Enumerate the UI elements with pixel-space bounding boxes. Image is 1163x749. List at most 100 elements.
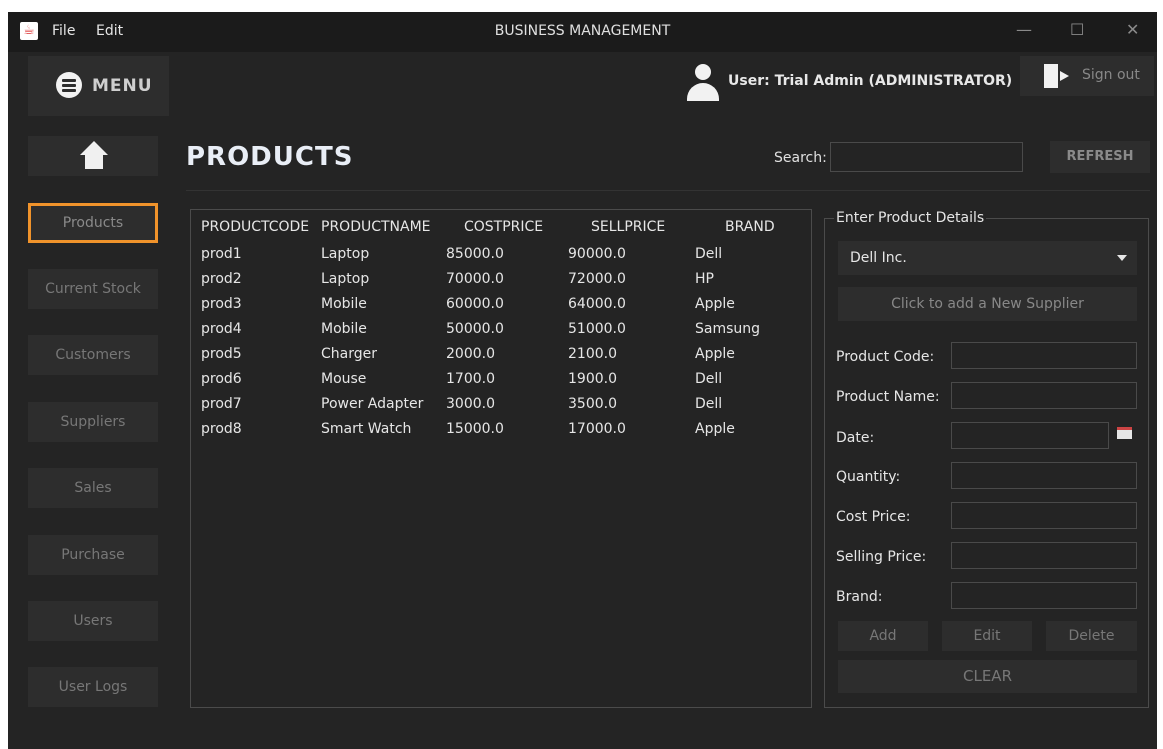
dropdown-caret-icon (1117, 255, 1127, 261)
cell-costprice: 70000.0 (446, 271, 504, 287)
cell-brand: Dell (695, 246, 723, 262)
cell-sellprice: 17000.0 (568, 421, 626, 437)
cell-productname: Power Adapter (321, 396, 424, 412)
date-field[interactable] (951, 422, 1109, 449)
product-code-field[interactable] (951, 342, 1137, 369)
cell-sellprice: 1900.0 (568, 371, 617, 387)
cell-costprice: 3000.0 (446, 396, 495, 412)
search-input[interactable] (830, 142, 1023, 172)
cell-costprice: 15000.0 (446, 421, 504, 437)
column-header-brand[interactable]: BRAND (725, 219, 775, 235)
cell-productcode: prod4 (201, 321, 242, 337)
cell-costprice: 1700.0 (446, 371, 495, 387)
header-divider (186, 190, 1150, 191)
search-label: Search: (774, 150, 827, 166)
cell-sellprice: 90000.0 (568, 246, 626, 262)
product-code-label: Product Code: (836, 349, 935, 365)
cell-brand: Apple (695, 346, 735, 362)
brand-field[interactable] (951, 582, 1137, 609)
cell-productcode: prod8 (201, 421, 242, 437)
cell-costprice: 2000.0 (446, 346, 495, 362)
quantity-field[interactable] (951, 462, 1137, 489)
maximize-icon[interactable]: ☐ (1070, 20, 1084, 39)
minimize-icon[interactable]: — (1016, 20, 1032, 39)
app-window: ☕ File Edit BUSINESS MANAGEMENT — ☐ ✕ ME… (8, 12, 1157, 749)
cell-brand: HP (695, 271, 714, 287)
sidebar-item-users[interactable]: Users (28, 601, 158, 641)
close-icon[interactable]: ✕ (1126, 20, 1139, 39)
cost-price-field[interactable] (951, 502, 1137, 529)
cell-productname: Charger (321, 346, 377, 362)
product-details-legend: Enter Product Details (834, 210, 987, 226)
cell-productname: Laptop (321, 246, 370, 262)
cell-costprice: 50000.0 (446, 321, 504, 337)
table-row[interactable]: prod2 Laptop 70000.0 72000.0 HP (191, 271, 811, 296)
cell-productname: Smart Watch (321, 421, 412, 437)
menu-button[interactable]: MENU (28, 56, 169, 116)
header-bar: MENU User: Trial Admin (ADMINISTRATOR) S… (8, 52, 1157, 116)
cell-brand: Apple (695, 296, 735, 312)
sidebar-item-user-logs[interactable]: User Logs (28, 667, 158, 707)
add-supplier-button[interactable]: Click to add a New Supplier (838, 287, 1137, 321)
cell-brand: Dell (695, 396, 723, 412)
cell-productcode: prod6 (201, 371, 242, 387)
cell-sellprice: 64000.0 (568, 296, 626, 312)
sidebar-item-products[interactable]: Products (28, 203, 158, 243)
cell-productcode: prod5 (201, 346, 242, 362)
cell-productcode: prod1 (201, 246, 242, 262)
signout-label: Sign out (1082, 67, 1140, 83)
home-button[interactable] (28, 136, 158, 176)
product-name-label: Product Name: (836, 389, 940, 405)
table-row[interactable]: prod8 Smart Watch 15000.0 17000.0 Apple (191, 421, 811, 446)
cell-sellprice: 3500.0 (568, 396, 617, 412)
user-icon (686, 64, 720, 102)
title-bar: ☕ File Edit BUSINESS MANAGEMENT — ☐ ✕ (8, 12, 1157, 52)
cell-brand: Apple (695, 421, 735, 437)
supplier-selected: Dell Inc. (850, 250, 907, 266)
cost-price-label: Cost Price: (836, 509, 911, 525)
selling-price-field[interactable] (951, 542, 1137, 569)
home-icon (80, 141, 108, 171)
cell-brand: Dell (695, 371, 723, 387)
cell-sellprice: 51000.0 (568, 321, 626, 337)
cell-productcode: prod7 (201, 396, 242, 412)
column-header-costprice[interactable]: COSTPRICE (464, 219, 543, 235)
sidebar-item-current-stock[interactable]: Current Stock (28, 269, 158, 309)
signout-button[interactable]: Sign out (1020, 56, 1154, 96)
column-header-productcode[interactable]: PRODUCTCODE (201, 219, 309, 235)
add-button[interactable]: Add (838, 621, 928, 651)
cell-productname: Mouse (321, 371, 367, 387)
cell-sellprice: 72000.0 (568, 271, 626, 287)
supplier-dropdown[interactable]: Dell Inc. (838, 241, 1137, 275)
clear-button[interactable]: CLEAR (838, 660, 1137, 693)
cell-productcode: prod3 (201, 296, 242, 312)
table-row[interactable]: prod5 Charger 2000.0 2100.0 Apple (191, 346, 811, 371)
date-label: Date: (836, 430, 875, 446)
signout-icon (1044, 64, 1070, 88)
cell-productname: Mobile (321, 296, 367, 312)
table-row[interactable]: prod4 Mobile 50000.0 51000.0 Samsung (191, 321, 811, 346)
table-row[interactable]: prod1 Laptop 85000.0 90000.0 Dell (191, 246, 811, 271)
cell-sellprice: 2100.0 (568, 346, 617, 362)
table-row[interactable]: prod6 Mouse 1700.0 1900.0 Dell (191, 371, 811, 396)
sidebar-item-suppliers[interactable]: Suppliers (28, 402, 158, 442)
refresh-button[interactable]: REFRESH (1050, 141, 1150, 173)
selling-price-label: Selling Price: (836, 549, 927, 565)
table-row[interactable]: prod3 Mobile 60000.0 64000.0 Apple (191, 296, 811, 321)
calendar-icon[interactable] (1117, 427, 1132, 439)
sidebar-item-sales[interactable]: Sales (28, 468, 158, 508)
menu-label: MENU (92, 76, 153, 96)
window-title: BUSINESS MANAGEMENT (494, 23, 671, 39)
sidebar-item-customers[interactable]: Customers (28, 335, 158, 375)
column-header-productname[interactable]: PRODUCTNAME (321, 219, 431, 235)
cell-costprice: 60000.0 (446, 296, 504, 312)
sidebar-item-purchase[interactable]: Purchase (28, 535, 158, 575)
table-row[interactable]: prod7 Power Adapter 3000.0 3500.0 Dell (191, 396, 811, 421)
delete-button[interactable]: Delete (1046, 621, 1137, 651)
products-table[interactable]: PRODUCTCODE PRODUCTNAME COSTPRICE SELLPR… (190, 209, 812, 708)
page-title: PRODUCTS (186, 142, 354, 172)
cell-productname: Laptop (321, 271, 370, 287)
product-name-field[interactable] (951, 382, 1137, 409)
edit-button[interactable]: Edit (942, 621, 1032, 651)
column-header-sellprice[interactable]: SELLPRICE (591, 219, 665, 235)
